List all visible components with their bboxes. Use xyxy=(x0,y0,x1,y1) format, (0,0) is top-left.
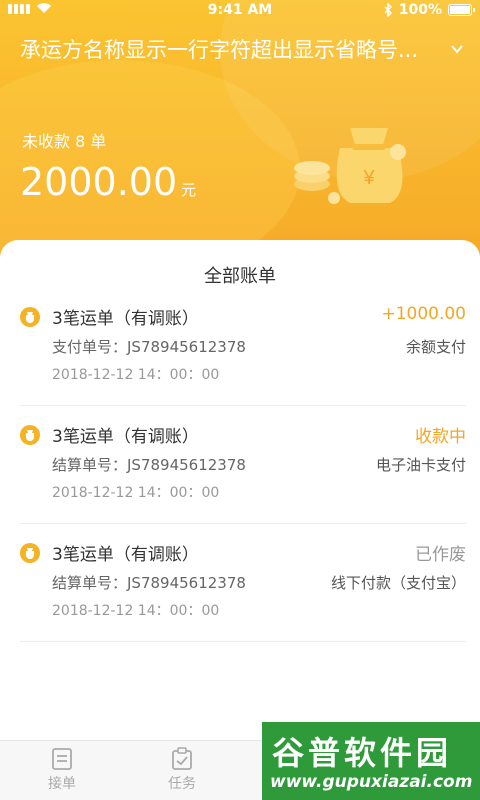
battery-percent: 100% xyxy=(398,2,442,18)
tab-orders[interactable]: 接单 xyxy=(32,747,92,793)
unpaid-count: 未收款 8 单 xyxy=(22,132,107,151)
list-item[interactable]: 3笔运单（有调账） +1000.00 支付单号：JS78945612378 余额… xyxy=(20,298,466,406)
list-icon xyxy=(52,748,72,770)
watermark-title: 谷普软件园 xyxy=(272,734,453,772)
bluetooth-icon xyxy=(384,3,392,17)
list-item[interactable]: 3笔运单（有调账） 已作废 结算单号：JS78945612378 线下付款（支付… xyxy=(20,534,466,642)
clipboard-icon xyxy=(172,747,192,770)
payment-method: 余额支付 xyxy=(405,338,466,356)
payment-method: 电子油卡支付 xyxy=(375,456,466,474)
bill-number: 支付单号：JS78945612378 xyxy=(52,338,246,356)
bill-time: 2018-12-12 14：00：00 xyxy=(52,485,220,501)
payment-method: 线下付款（支付宝） xyxy=(330,574,466,592)
bill-name: 3笔运单（有调账） xyxy=(52,427,199,447)
bill-time: 2018-12-12 14：00：00 xyxy=(52,367,220,383)
bills-card: 全部账单 3笔运单（有调账） +1000.00 支付单号：JS789456123… xyxy=(0,240,480,740)
battery-icon xyxy=(448,4,475,16)
watermark-url: www.gupuxiazai.com xyxy=(270,772,473,792)
bill-name: 3笔运单（有调账） xyxy=(52,309,199,329)
chevron-down-icon xyxy=(451,45,463,54)
tab-label: 接单 xyxy=(48,776,76,792)
unpaid-amount: 2000.00 元 xyxy=(20,160,196,204)
amount-unit: 元 xyxy=(181,181,197,199)
bill-number: 结算单号：JS78945612378 xyxy=(52,574,246,592)
coin-bag-icon xyxy=(20,307,40,327)
bill-number: 结算单号：JS78945612378 xyxy=(52,456,246,474)
svg-text:¥: ¥ xyxy=(362,167,375,189)
coin-bag-icon xyxy=(20,425,40,445)
bill-status: +1000.00 xyxy=(381,304,466,324)
money-bag-illustration: ¥ xyxy=(294,128,406,204)
bill-time: 2018-12-12 14：00：00 xyxy=(52,603,220,619)
status-bar: 9:41 AM 100% xyxy=(0,0,480,22)
bill-name: 3笔运单（有调账） xyxy=(52,545,199,565)
carrier-selector[interactable]: 承运方名称显示一行字符超出显示省略号... xyxy=(20,34,464,64)
card-title: 全部账单 xyxy=(204,266,276,287)
list-item[interactable]: 3笔运单（有调账） 收款中 结算单号：JS78945612378 电子油卡支付 … xyxy=(20,416,466,524)
amount-value: 2000.00 xyxy=(20,160,178,204)
bill-status: 已作废 xyxy=(415,545,466,565)
header-banner: 9:41 AM 100% 承运方名称显示一行字符超出显示省略号... 未收款 8… xyxy=(0,0,480,270)
coin-bag-icon xyxy=(20,543,40,563)
tab-label: 任务 xyxy=(168,776,196,792)
watermark-logo: 谷普软件园 www.gupuxiazai.com xyxy=(262,722,480,800)
tab-tasks[interactable]: 任务 xyxy=(152,747,212,793)
bill-status: 收款中 xyxy=(415,427,466,447)
carrier-name: 承运方名称显示一行字符超出显示省略号... xyxy=(20,38,419,62)
